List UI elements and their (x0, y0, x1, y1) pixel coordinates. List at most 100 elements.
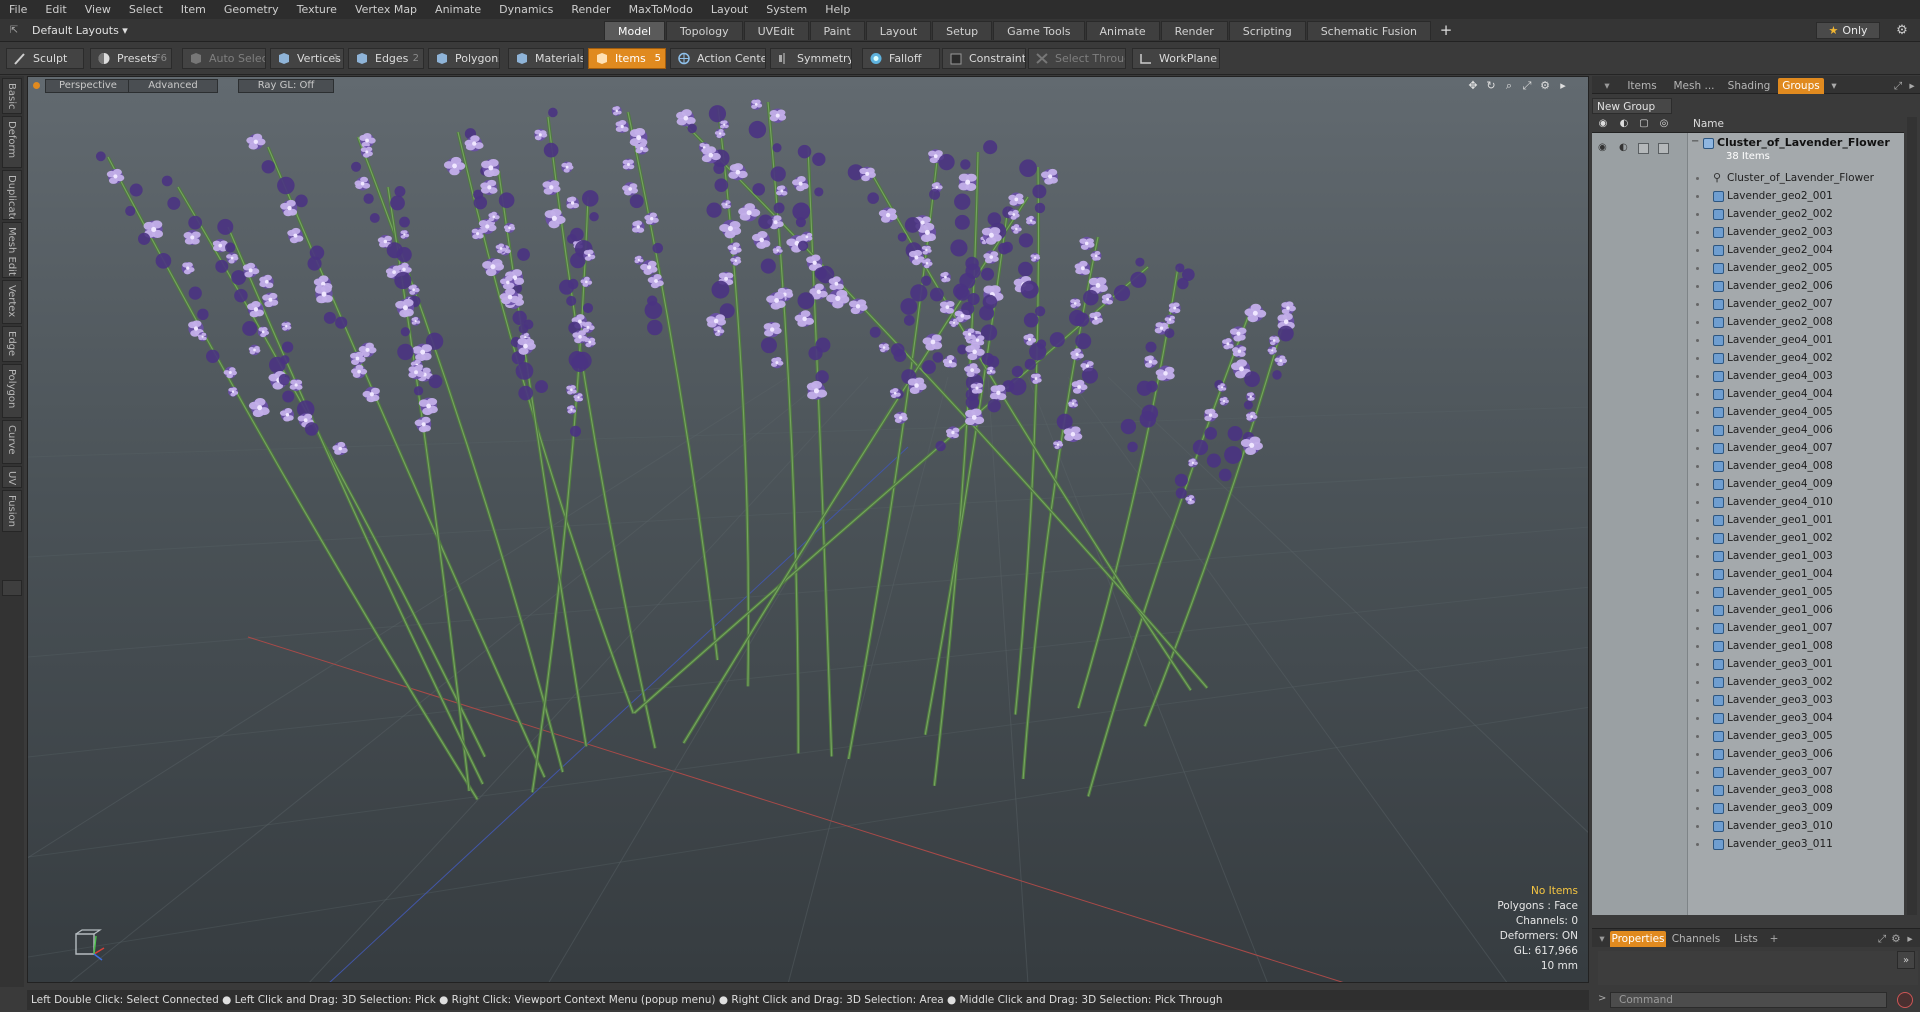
left-tab-mesh-edit[interactable]: Mesh Edit (2, 222, 22, 278)
group-list-item[interactable]: Lavender_geo4_007 (1592, 439, 1904, 457)
render-icon[interactable]: ◐ (1617, 118, 1631, 132)
tab-channels[interactable]: Channels (1670, 931, 1722, 947)
constraints-button[interactable]: Constraints (942, 48, 1026, 69)
tab-scripting[interactable]: Scripting (1228, 21, 1306, 40)
group-list-item[interactable]: Lavender_geo4_004 (1592, 385, 1904, 403)
tab-dropdown-icon[interactable]: ▾ (1828, 78, 1840, 94)
viewport-settings-icon[interactable]: ⚙ (1538, 79, 1552, 93)
menu-item-vertex-map[interactable]: Vertex Map (346, 3, 426, 16)
menu-item-render[interactable]: Render (562, 3, 619, 16)
group-list-item[interactable]: Lavender_geo1_005 (1592, 583, 1904, 601)
left-tab-polygon[interactable]: Polygon (2, 364, 22, 418)
left-tab-fusion[interactable]: Fusion (2, 490, 22, 532)
tab-game-tools[interactable]: Game Tools (993, 21, 1085, 40)
left-tab-edge[interactable]: Edge (2, 326, 22, 362)
new-group-button[interactable]: New Group (1592, 98, 1672, 114)
menu-item-layout[interactable]: Layout (702, 3, 757, 16)
tab-schematic-fusion[interactable]: Schematic Fusion (1306, 21, 1432, 40)
menu-item-file[interactable]: File (0, 3, 36, 16)
vertices-mode-button[interactable]: Vertices 1 (270, 48, 344, 69)
group-list-item[interactable]: Lavender_geo3_005 (1592, 727, 1904, 745)
group-list-item[interactable]: Lavender_geo4_001 (1592, 331, 1904, 349)
group-list-item[interactable]: Lavender_geo1_003 (1592, 547, 1904, 565)
add-tab-icon[interactable]: + (1768, 931, 1780, 947)
left-tab-basic[interactable]: Basic (2, 78, 22, 114)
eye-icon[interactable]: ◉ (1596, 118, 1610, 132)
group-list-item[interactable]: ⚲ Cluster_of_Lavender_Flower (1592, 169, 1904, 187)
tree-scrollbar[interactable] (1907, 117, 1917, 915)
tab-paint[interactable]: Paint (809, 21, 865, 40)
tab-animate[interactable]: Animate (1085, 21, 1160, 40)
command-input[interactable]: Command (1610, 992, 1887, 1008)
auto-select-button[interactable]: Auto Select (182, 48, 266, 69)
group-list-item[interactable]: Lavender_geo4_002 (1592, 349, 1904, 367)
expand-arrow-icon[interactable]: − (1691, 136, 1699, 147)
tab-uvedit[interactable]: UVEdit (743, 21, 809, 40)
group-list-item[interactable]: Lavender_geo2_003 (1592, 223, 1904, 241)
layout-collapse-icon[interactable]: ⇱ (6, 23, 22, 38)
group-list-item[interactable]: Lavender_geo3_006 (1592, 745, 1904, 763)
tab-layout[interactable]: Layout (865, 21, 932, 40)
group-list-item[interactable]: Lavender_geo3_002 (1592, 673, 1904, 691)
add-tab-icon[interactable]: + (1436, 21, 1456, 41)
group-list-item[interactable]: Lavender_geo1_004 (1592, 565, 1904, 583)
tab-setup[interactable]: Setup (932, 21, 993, 40)
expand-command-icon[interactable]: » (1897, 951, 1915, 969)
group-list-item[interactable]: Lavender_geo3_001 (1592, 655, 1904, 673)
materials-mode-button[interactable]: Materials (508, 48, 584, 69)
menu-item-system[interactable]: System (757, 3, 816, 16)
group-list-item[interactable]: Lavender_geo3_011 (1592, 835, 1904, 853)
group-render-icon[interactable]: ◐ (1619, 142, 1628, 153)
left-tab-uv[interactable]: UV (2, 466, 22, 488)
tab-groups[interactable]: Groups (1778, 78, 1824, 94)
props-gear-icon[interactable]: ⚙ (1890, 931, 1902, 947)
polygons-mode-button[interactable]: Polygons (428, 48, 500, 69)
name-column-header[interactable]: Name (1693, 118, 1724, 130)
tab-mesh[interactable]: Mesh ... (1668, 78, 1720, 94)
group-list-item[interactable]: Lavender_geo1_002 (1592, 529, 1904, 547)
group-list-item[interactable]: Lavender_geo2_006 (1592, 277, 1904, 295)
workplane-button[interactable]: WorkPlane (1132, 48, 1220, 69)
props-collapse-icon[interactable]: ▸ (1904, 931, 1916, 947)
items-mode-button[interactable]: Items 5 (588, 48, 666, 69)
group-select-checkbox[interactable] (1658, 143, 1669, 154)
gear-icon[interactable]: ⚙ (1893, 22, 1911, 39)
menu-item-select[interactable]: Select (120, 3, 172, 16)
group-list-item[interactable]: Lavender_geo1_006 (1592, 601, 1904, 619)
group-lock-checkbox[interactable] (1638, 143, 1649, 154)
select-through-button[interactable]: Select Through (1028, 48, 1126, 69)
group-list-item[interactable]: Lavender_geo4_008 (1592, 457, 1904, 475)
tab-properties[interactable]: Properties (1610, 931, 1666, 947)
group-list-item[interactable]: Lavender_geo2_007 (1592, 295, 1904, 313)
only-toggle-button[interactable]: ★ Only (1816, 22, 1880, 39)
props-expand-icon[interactable]: ⤢ (1876, 931, 1888, 947)
group-list-item[interactable]: Lavender_geo2_001 (1592, 187, 1904, 205)
menu-item-item[interactable]: Item (172, 3, 215, 16)
tab-items[interactable]: Items (1620, 78, 1664, 94)
group-list-item[interactable]: Lavender_geo3_010 (1592, 817, 1904, 835)
group-list-item[interactable]: Lavender_geo4_009 (1592, 475, 1904, 493)
panel-expand-icon[interactable]: ⤢ (1892, 78, 1904, 94)
group-list-item[interactable]: Lavender_geo1_007 (1592, 619, 1904, 637)
layout-preset-dropdown[interactable]: Default Layouts ▾ (32, 23, 128, 38)
menu-item-dynamics[interactable]: Dynamics (490, 3, 562, 16)
move-view-icon[interactable]: ✥ (1466, 79, 1480, 93)
group-list-item[interactable]: Lavender_geo2_004 (1592, 241, 1904, 259)
left-tab-curve[interactable]: Curve (2, 420, 22, 464)
menu-item-maxtomodo[interactable]: MaxToModo (620, 3, 702, 16)
falloff-button[interactable]: Falloff (862, 48, 940, 69)
presets-button[interactable]: Presets F6 (90, 48, 172, 69)
group-list-item[interactable]: Lavender_geo3_003 (1592, 691, 1904, 709)
menu-item-view[interactable]: View (76, 3, 120, 16)
raygl-toggle[interactable]: Ray GL: Off (238, 79, 334, 93)
left-tab-toggle-icon[interactable] (2, 580, 22, 596)
group-list-item[interactable]: Lavender_geo1_001 (1592, 511, 1904, 529)
zoom-view-icon[interactable]: ⌕ (1502, 79, 1516, 93)
group-list-item[interactable]: Lavender_geo2_002 (1592, 205, 1904, 223)
group-list-item[interactable]: Lavender_geo2_005 (1592, 259, 1904, 277)
panel-collapse-icon[interactable]: ▸ (1906, 78, 1918, 94)
tab-model[interactable]: Model (604, 21, 666, 40)
group-eye-icon[interactable]: ◉ (1598, 142, 1607, 153)
left-tab-vertex[interactable]: Vertex (2, 280, 22, 324)
menu-item-texture[interactable]: Texture (288, 3, 346, 16)
